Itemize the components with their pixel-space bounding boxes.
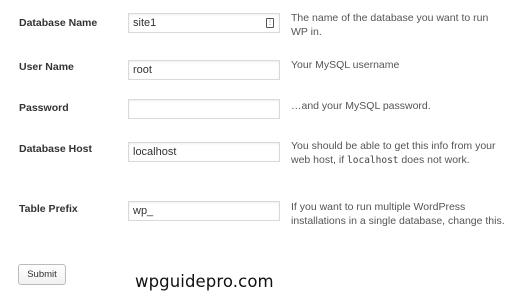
database-name-field-wrap: ⋮ [128,13,280,33]
database-host-label: Database Host [19,143,92,155]
autofill-key-icon[interactable]: ⋮ [266,18,274,28]
database-name-description: The name of the database you want to run… [291,12,489,38]
database-name-label: Database Name [19,17,98,29]
password-label: Password [19,102,69,114]
database-host-description-tail: does not work. [398,153,470,166]
database-host-input[interactable] [128,142,280,162]
submit-button[interactable]: Submit [18,264,66,285]
database-host-description-code: localhost [347,154,399,166]
user-name-label: User Name [19,61,74,73]
password-description: …and your MySQL password. [291,100,431,112]
table-prefix-input[interactable] [128,201,280,221]
password-input[interactable] [128,99,280,119]
database-name-input[interactable] [128,13,280,33]
database-host-description: You should be able to get this info from… [291,140,506,167]
user-name-description: Your MySQL username [291,59,400,71]
user-name-input[interactable] [128,60,280,80]
table-prefix-label: Table Prefix [19,203,78,215]
watermark-text: wpguidepro.com [135,272,274,291]
table-prefix-description: If you want to run multiple WordPress in… [291,201,505,227]
